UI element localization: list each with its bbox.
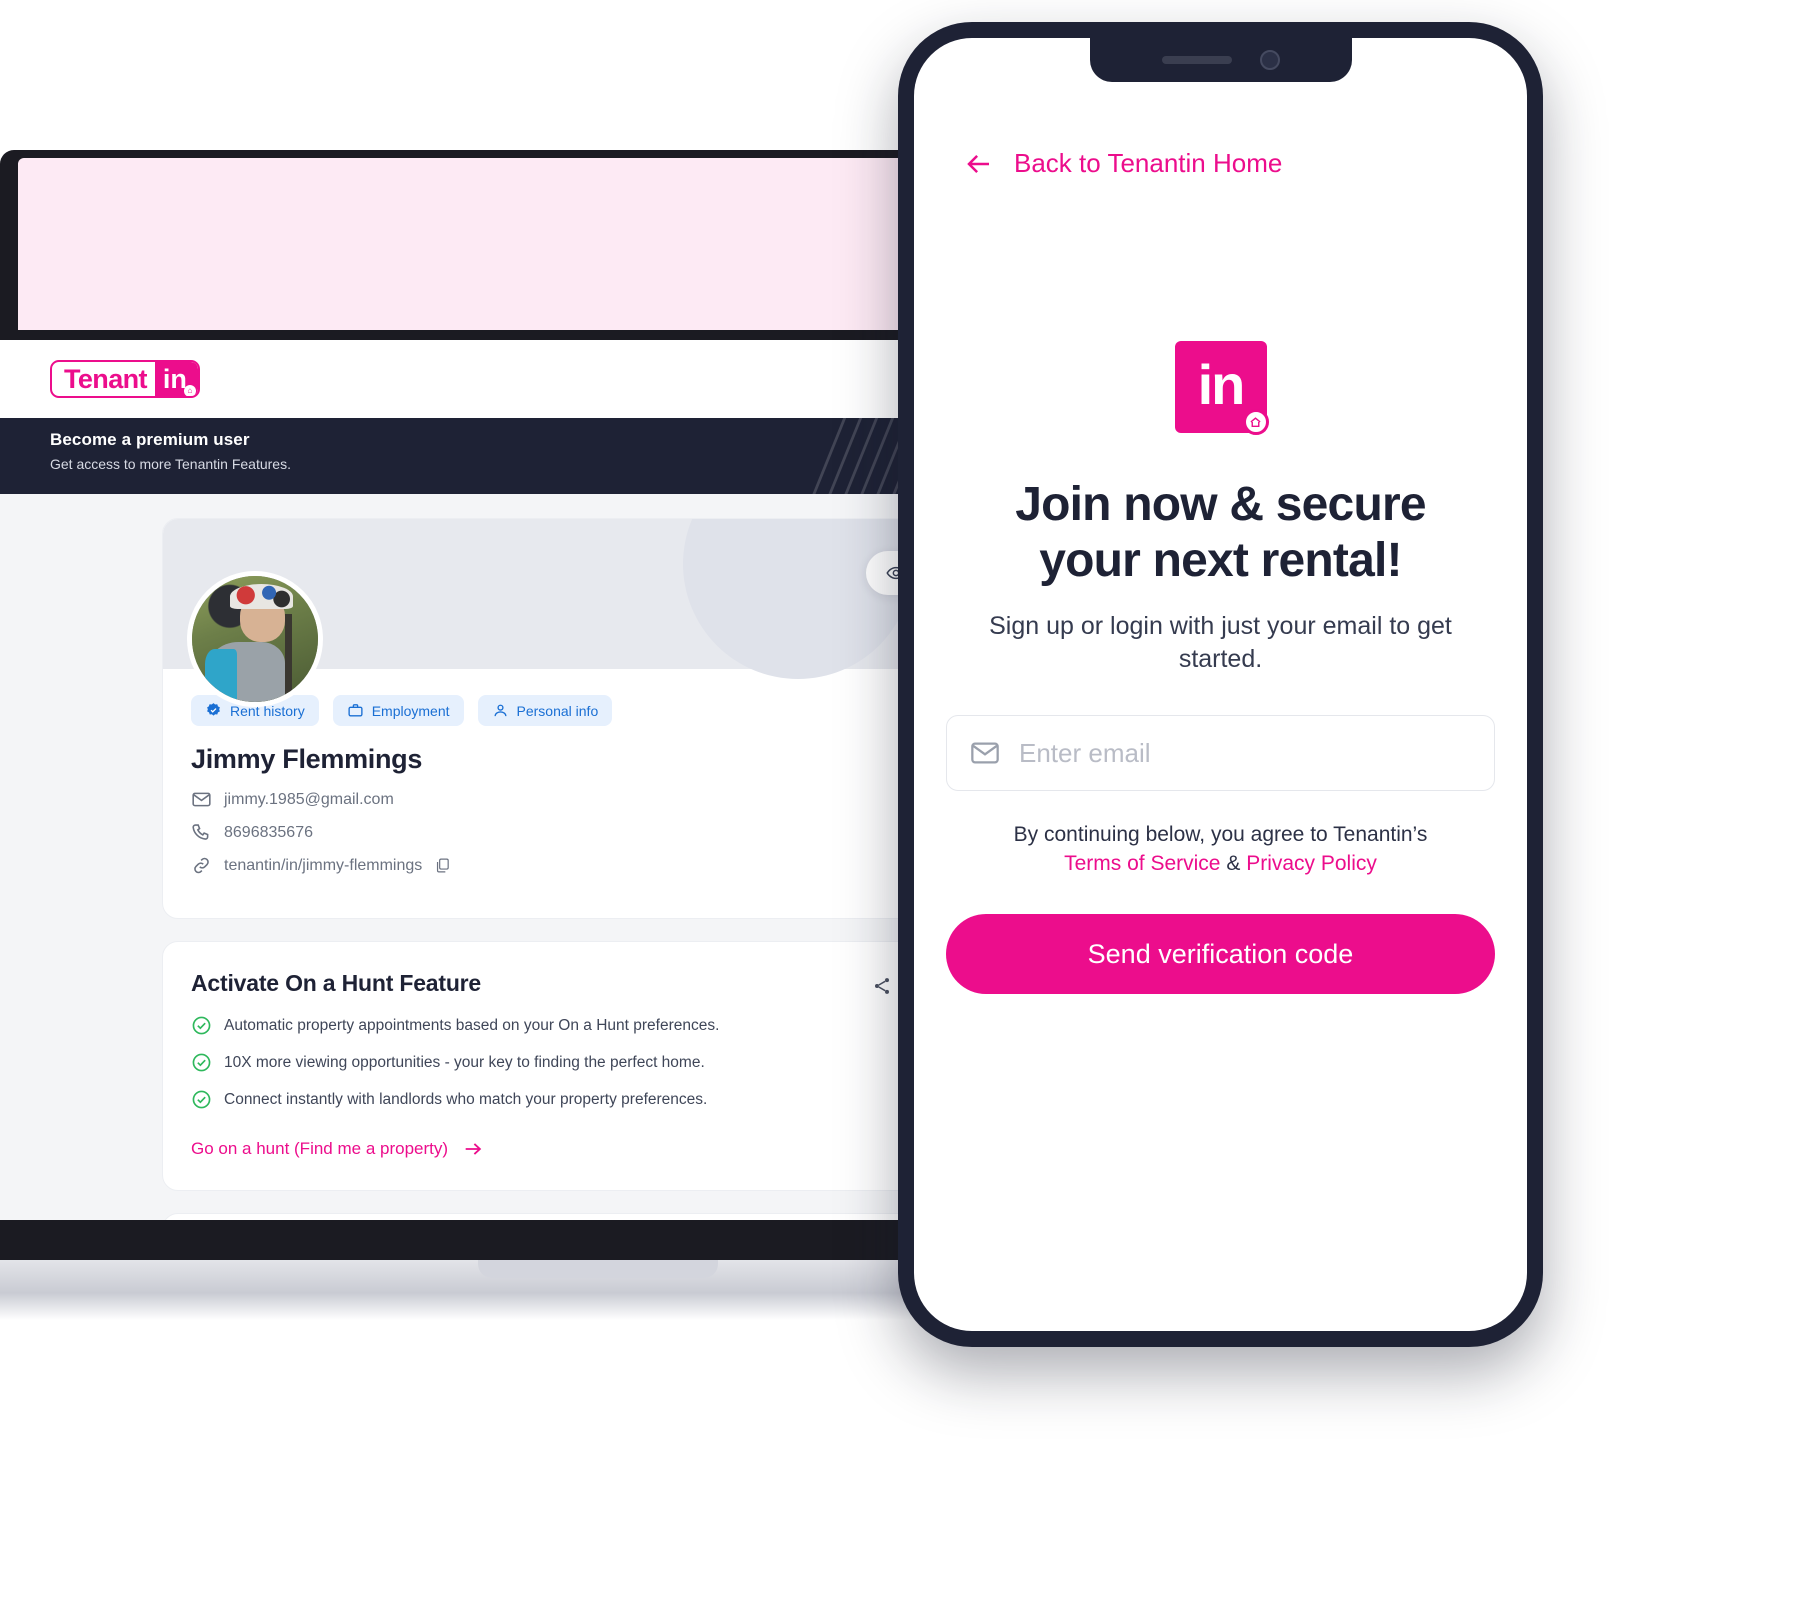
hunt-bullet-text: Automatic property appointments based on… xyxy=(224,1016,720,1034)
profile-phone: 8696835676 xyxy=(224,823,313,841)
registered-mark-icon: ⌂ xyxy=(183,385,196,396)
logo-wordmark: Tenant xyxy=(64,363,148,394)
send-verification-code-button[interactable]: Send verification code xyxy=(946,914,1495,995)
avatar xyxy=(187,571,323,707)
phone-screen: Back to Tenantin Home in Join now & secu… xyxy=(914,38,1527,1331)
avatar-background-pole xyxy=(285,613,292,702)
screenshot-stage: Tenant in ⌂ Become a premium user Get ac… xyxy=(0,0,1806,1601)
tag-label: Employment xyxy=(371,702,450,719)
avatar-photo xyxy=(192,576,318,702)
privacy-policy-link[interactable]: Privacy Policy xyxy=(1246,852,1377,875)
check-circle-icon xyxy=(192,1090,211,1109)
envelope-icon xyxy=(192,792,211,807)
terms-text: By continuing below, you agree to Tenant… xyxy=(950,821,1491,878)
profile-url: tenantin/in/jimmy-flemmings xyxy=(224,856,423,874)
terms-conjunction: & xyxy=(1226,851,1241,875)
email-input-placeholder: Enter email xyxy=(1019,737,1151,768)
tag-personal-info[interactable]: Personal info xyxy=(477,695,613,726)
hunt-bullet-text: Connect instantly with landlords who mat… xyxy=(224,1090,708,1108)
logo-in-text: in xyxy=(1197,353,1246,416)
terms-of-service-link[interactable]: Terms of Service xyxy=(1064,852,1220,875)
verified-badge-icon xyxy=(207,703,220,716)
back-to-home-link[interactable]: Back to Tenantin Home xyxy=(964,148,1527,179)
tenantin-logo[interactable]: Tenant in ⌂ xyxy=(50,360,200,398)
arrow-right-icon xyxy=(465,1143,482,1155)
link-icon xyxy=(194,857,209,874)
cover-decoration-circle xyxy=(683,519,913,679)
logo-in-badge: in ⌂ xyxy=(154,362,198,396)
avatar-scarf xyxy=(204,649,238,700)
briefcase-icon xyxy=(348,704,363,717)
back-to-home-label: Back to Tenantin Home xyxy=(1014,148,1283,178)
hunt-bullet-text: 10X more viewing opportunities - your ke… xyxy=(224,1053,705,1071)
tag-employment[interactable]: Employment xyxy=(332,695,464,726)
profile-email: jimmy.1985@gmail.com xyxy=(224,790,394,808)
phone-speaker xyxy=(1161,56,1232,64)
user-icon xyxy=(494,704,507,717)
phone-mockup: Back to Tenantin Home in Join now & secu… xyxy=(898,22,1543,1347)
tenantin-app-logo: in xyxy=(1174,341,1269,435)
check-circle-icon xyxy=(192,1016,211,1035)
signup-headline: Join now & secure your next rental! xyxy=(1015,478,1426,587)
arrow-left-icon xyxy=(967,154,989,173)
laptop-trackpad-notch xyxy=(478,1260,718,1278)
phone-notch xyxy=(1089,38,1352,82)
avatar-cap xyxy=(229,583,293,609)
phone-camera xyxy=(1259,50,1280,70)
go-on-a-hunt-label: Go on a hunt (Find me a property) xyxy=(191,1139,449,1158)
house-icon xyxy=(1250,416,1261,427)
go-on-a-hunt-link[interactable]: Go on a hunt (Find me a property) xyxy=(191,1138,484,1160)
home-badge-icon xyxy=(1242,409,1269,435)
terms-prefix: By continuing below, you agree to Tenant… xyxy=(1013,823,1428,847)
envelope-icon xyxy=(971,742,999,764)
email-input-wrapper[interactable]: Enter email xyxy=(946,715,1495,792)
check-circle-icon xyxy=(192,1053,211,1072)
signup-subheadline: Sign up or login with just your email to… xyxy=(989,612,1452,673)
tag-label: Personal info xyxy=(516,702,599,719)
phone-icon xyxy=(192,824,209,840)
copy-icon[interactable] xyxy=(434,857,451,874)
